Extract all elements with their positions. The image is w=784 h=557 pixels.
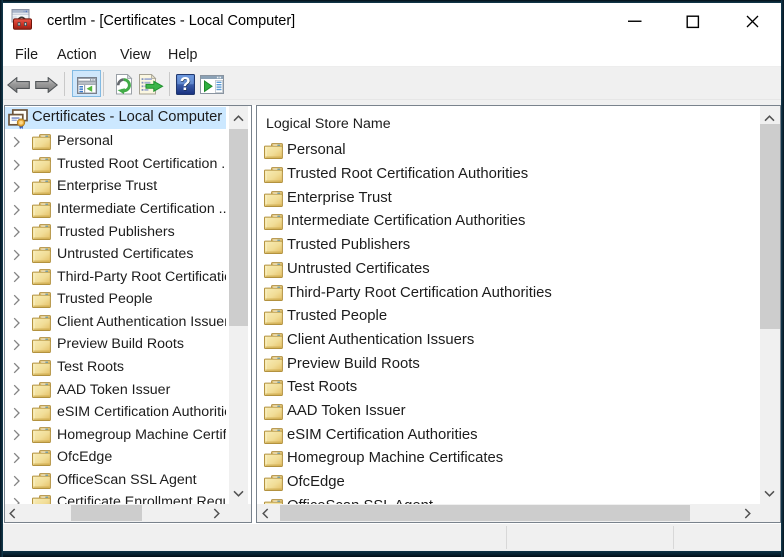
- svg-text:?: ?: [180, 74, 191, 94]
